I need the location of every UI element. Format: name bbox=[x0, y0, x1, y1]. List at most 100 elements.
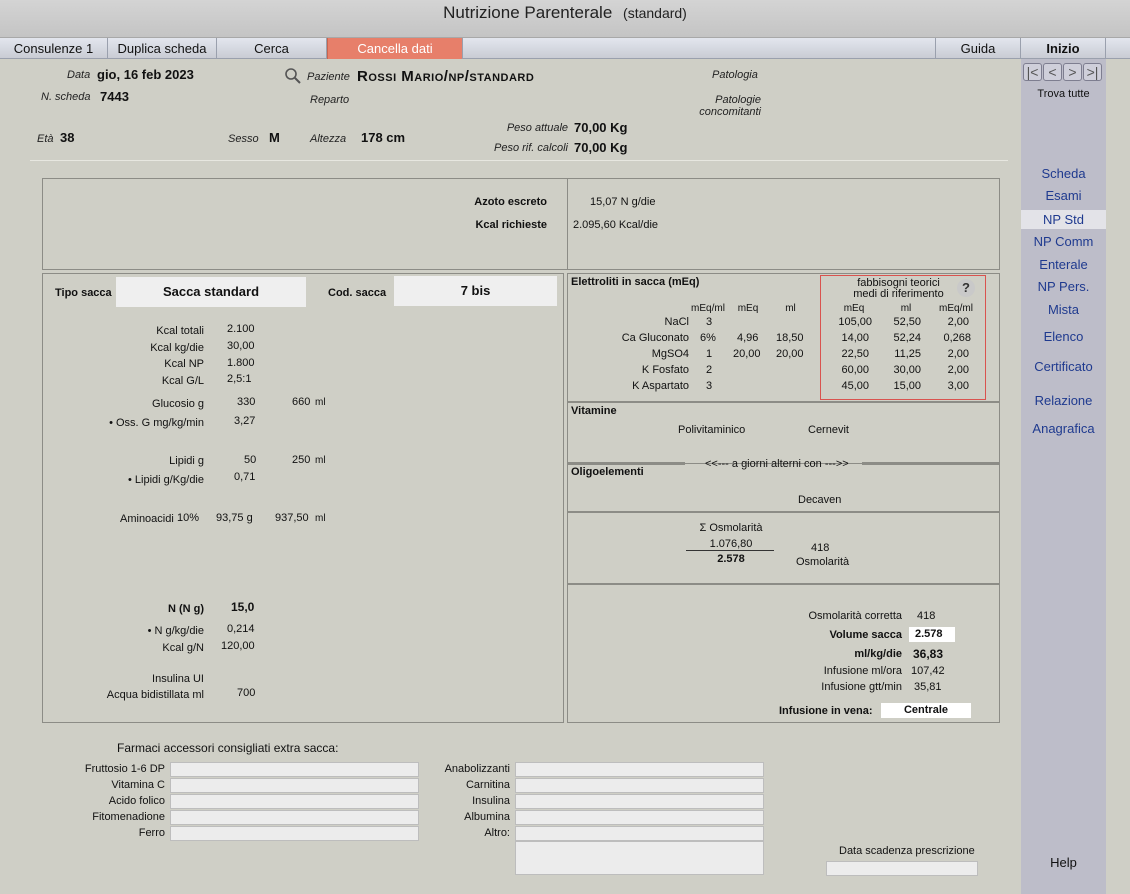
fitomenadione-label: Fitomenadione bbox=[92, 811, 165, 823]
sidebar-item-enterale[interactable]: Enterale bbox=[1021, 257, 1106, 272]
volume-sacca-value[interactable]: 2.578 bbox=[909, 627, 955, 642]
eta-value[interactable]: 38 bbox=[60, 130, 74, 145]
glucosio-g-value: 330 bbox=[237, 396, 256, 408]
header-separator bbox=[30, 160, 1008, 161]
peso-attuale-label: Peso attuale bbox=[506, 122, 568, 134]
kcal-kg-label: Kcal kg/die bbox=[150, 342, 204, 354]
n-value: 15,0 bbox=[231, 600, 255, 614]
azoto-label: Azoto escreto bbox=[474, 196, 547, 208]
n-kg-label: • N g/kg/die bbox=[147, 625, 204, 637]
ferro-label: Ferro bbox=[138, 827, 165, 839]
anabolizzanti-field[interactable] bbox=[515, 762, 764, 777]
ca-gluconato-meqml[interactable]: 6% bbox=[700, 332, 716, 344]
infusione-vena-value[interactable]: Centrale bbox=[881, 703, 971, 718]
aminoacidi-pct[interactable]: 10% bbox=[177, 512, 199, 524]
scheda-label: N. scheda bbox=[41, 91, 91, 103]
next-record-button[interactable]: > bbox=[1063, 63, 1082, 81]
sidebar-item-np-std[interactable]: NP Std bbox=[1021, 210, 1106, 229]
sidebar-item-mista[interactable]: Mista bbox=[1021, 302, 1106, 317]
nacl-meqml[interactable]: 3 bbox=[706, 316, 712, 328]
vitamine-item-2[interactable]: Cernevit bbox=[808, 424, 849, 436]
right-sidebar: |< < > >| Trova tutte Scheda Esami NP St… bbox=[1021, 59, 1106, 894]
kcal-richieste-label: Kcal richieste bbox=[475, 219, 547, 231]
sesso-label: Sesso bbox=[228, 133, 259, 145]
ref-title-2: medi di riferimento bbox=[853, 288, 944, 300]
record-navigation: |< < > >| bbox=[1023, 63, 1102, 81]
inizio-button[interactable]: Inizio bbox=[1021, 38, 1106, 59]
k-aspartato-meqml[interactable]: 3 bbox=[706, 380, 712, 392]
vitamine-item-1[interactable]: Polivitaminico bbox=[678, 424, 745, 436]
tipo-sacca-field[interactable]: Sacca standard bbox=[116, 277, 306, 307]
app-subtitle: (standard) bbox=[623, 5, 687, 21]
acido-folico-field[interactable] bbox=[170, 794, 419, 809]
sidebar-item-np-pers[interactable]: NP Pers. bbox=[1021, 279, 1106, 294]
search-patient-icon[interactable] bbox=[284, 67, 302, 88]
cod-sacca-field[interactable]: 7 bis bbox=[394, 276, 557, 306]
data-value[interactable]: gio, 16 feb 2023 bbox=[97, 67, 194, 82]
oligoelementi-panel: Oligoelementi Decaven bbox=[567, 464, 1000, 512]
altro-notes-field[interactable] bbox=[515, 841, 764, 875]
sesso-value[interactable]: M bbox=[269, 130, 280, 145]
prev-record-button[interactable]: < bbox=[1043, 63, 1062, 81]
ref-r0-meqml: 2,00 bbox=[947, 316, 969, 328]
altro-field[interactable] bbox=[515, 826, 764, 841]
reparto-label: Reparto bbox=[310, 94, 350, 106]
sidebar-item-certificato[interactable]: Certificato bbox=[1021, 359, 1106, 374]
ref-r2-meq: 22,50 bbox=[841, 348, 869, 360]
last-record-button[interactable]: >| bbox=[1083, 63, 1102, 81]
ref-r4-meqml: 3,00 bbox=[947, 380, 969, 392]
infusione-gtt-label: Infusione gtt/min bbox=[821, 681, 902, 693]
osmolarita-panel: Σ Osmolarità 1.076,80 2.578 418 Osmolari… bbox=[567, 512, 1000, 584]
col-meq: mEq bbox=[737, 303, 759, 314]
trova-tutte-link[interactable]: Trova tutte bbox=[1021, 88, 1106, 100]
altezza-value[interactable]: 178 cm bbox=[361, 130, 405, 145]
osm-result: 418 bbox=[811, 542, 830, 554]
ref-r2-ml: 11,25 bbox=[894, 348, 921, 360]
vitamina-c-field[interactable] bbox=[170, 778, 419, 793]
peso-attuale-value[interactable]: 70,00 Kg bbox=[574, 120, 627, 135]
oligoelementi-item[interactable]: Decaven bbox=[798, 494, 841, 506]
acqua-value: 700 bbox=[237, 687, 256, 699]
fitomenadione-field[interactable] bbox=[170, 810, 419, 825]
cancella-dati-button[interactable]: Cancella dati bbox=[327, 38, 463, 59]
patologia-label: Patologia bbox=[712, 69, 758, 81]
help-icon[interactable]: ? bbox=[957, 279, 975, 297]
paziente-value[interactable]: Rossi Mario/np/standard bbox=[357, 68, 534, 85]
k-fosfato-meqml[interactable]: 2 bbox=[706, 364, 712, 376]
ref-r4-meq: 45,00 bbox=[841, 380, 869, 392]
albumina-field[interactable] bbox=[515, 810, 764, 825]
peso-rif-value[interactable]: 70,00 Kg bbox=[574, 140, 627, 155]
elettroliti-title: Elettroliti in sacca (mEq) bbox=[571, 276, 700, 288]
ca-gluconato-meq[interactable]: 4,96 bbox=[737, 332, 758, 344]
cerca-button[interactable]: Cerca bbox=[217, 38, 327, 59]
sidebar-item-np-comm[interactable]: NP Comm bbox=[1021, 234, 1106, 249]
sidebar-item-elenco[interactable]: Elenco bbox=[1021, 329, 1106, 344]
peso-rif-label: Peso rif. calcoli bbox=[494, 142, 568, 154]
mgso4-meq[interactable]: 20,00 bbox=[733, 348, 761, 360]
sidebar-item-scheda[interactable]: Scheda bbox=[1021, 166, 1106, 181]
menu-bar: Consulenze 1 Duplica scheda Cerca Cancel… bbox=[0, 38, 1130, 59]
mlkg-label: ml/kg/die bbox=[854, 648, 902, 660]
duplica-scheda-button[interactable]: Duplica scheda bbox=[108, 38, 217, 59]
ferro-field[interactable] bbox=[170, 826, 419, 841]
first-record-button[interactable]: |< bbox=[1023, 63, 1042, 81]
consulenze-button[interactable]: Consulenze 1 bbox=[0, 38, 108, 59]
fruttosio-field[interactable] bbox=[170, 762, 419, 777]
aminoacidi-ml-value: 937,50 bbox=[275, 512, 309, 524]
scheda-value[interactable]: 7443 bbox=[100, 89, 129, 104]
insulina-farmaco-field[interactable] bbox=[515, 794, 764, 809]
oss-g-value: 3,27 bbox=[234, 415, 256, 427]
vitamina-c-label: Vitamina C bbox=[111, 779, 165, 791]
ref-col-meqml: mEq/ml bbox=[939, 303, 973, 314]
osm-corretta-label: Osmolarità corretta bbox=[808, 610, 902, 622]
guida-button[interactable]: Guida bbox=[935, 38, 1021, 59]
sidebar-item-anagrafica[interactable]: Anagrafica bbox=[1021, 421, 1106, 436]
glucosio-ml-value: 660 bbox=[292, 396, 311, 408]
mgso4-meqml[interactable]: 1 bbox=[706, 348, 712, 360]
sidebar-item-relazione[interactable]: Relazione bbox=[1021, 393, 1106, 408]
sigma-osmolarita-label: Σ Osmolarità bbox=[699, 522, 763, 534]
sidebar-item-esami[interactable]: Esami bbox=[1021, 188, 1106, 203]
carnitina-field[interactable] bbox=[515, 778, 764, 793]
help-button[interactable]: Help bbox=[1021, 855, 1106, 870]
scadenza-field[interactable] bbox=[826, 861, 978, 876]
